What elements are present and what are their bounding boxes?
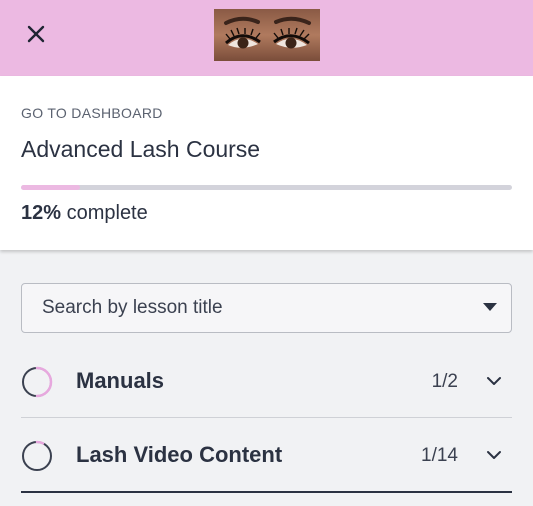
progress-percent: 12%: [21, 202, 62, 224]
caret-down-icon: [483, 303, 497, 311]
section-title: Manuals: [76, 368, 165, 393]
section-lesson-count: 1/2: [431, 371, 458, 392]
top-bar: [0, 0, 533, 76]
section-progress-arc: [35, 440, 45, 445]
section-lash-video-content[interactable]: Lash Video Content 1/14: [21, 420, 512, 492]
close-icon: [27, 25, 45, 43]
course-logo-image: [214, 9, 320, 61]
section-divider: [21, 417, 512, 418]
course-card: GO TO DASHBOARD Advanced Lash Course 12%…: [0, 76, 533, 250]
go-to-dashboard-link[interactable]: GO TO DASHBOARD: [21, 105, 163, 121]
section-lesson-count: 1/14: [421, 445, 458, 466]
section-divider: [21, 491, 512, 493]
section-progress-ring-icon: [22, 366, 53, 398]
section-progress-ring-icon: [22, 440, 52, 471]
section-manuals[interactable]: Manuals 1/2: [21, 346, 512, 418]
progress-text: 12% complete: [21, 202, 148, 225]
progress-suffix: complete: [61, 202, 148, 224]
course-progress-fill: [21, 185, 80, 190]
chevron-down-icon: [487, 451, 501, 459]
lesson-search-select[interactable]: Search by lesson title: [21, 283, 512, 333]
close-button[interactable]: [24, 22, 48, 46]
course-progress-bar: [21, 185, 512, 190]
section-progress-arc: [35, 366, 53, 398]
course-title: Advanced Lash Course: [21, 136, 261, 162]
search-placeholder: Search by lesson title: [42, 297, 223, 318]
chevron-down-icon: [487, 377, 501, 385]
section-title: Lash Video Content: [76, 442, 283, 467]
